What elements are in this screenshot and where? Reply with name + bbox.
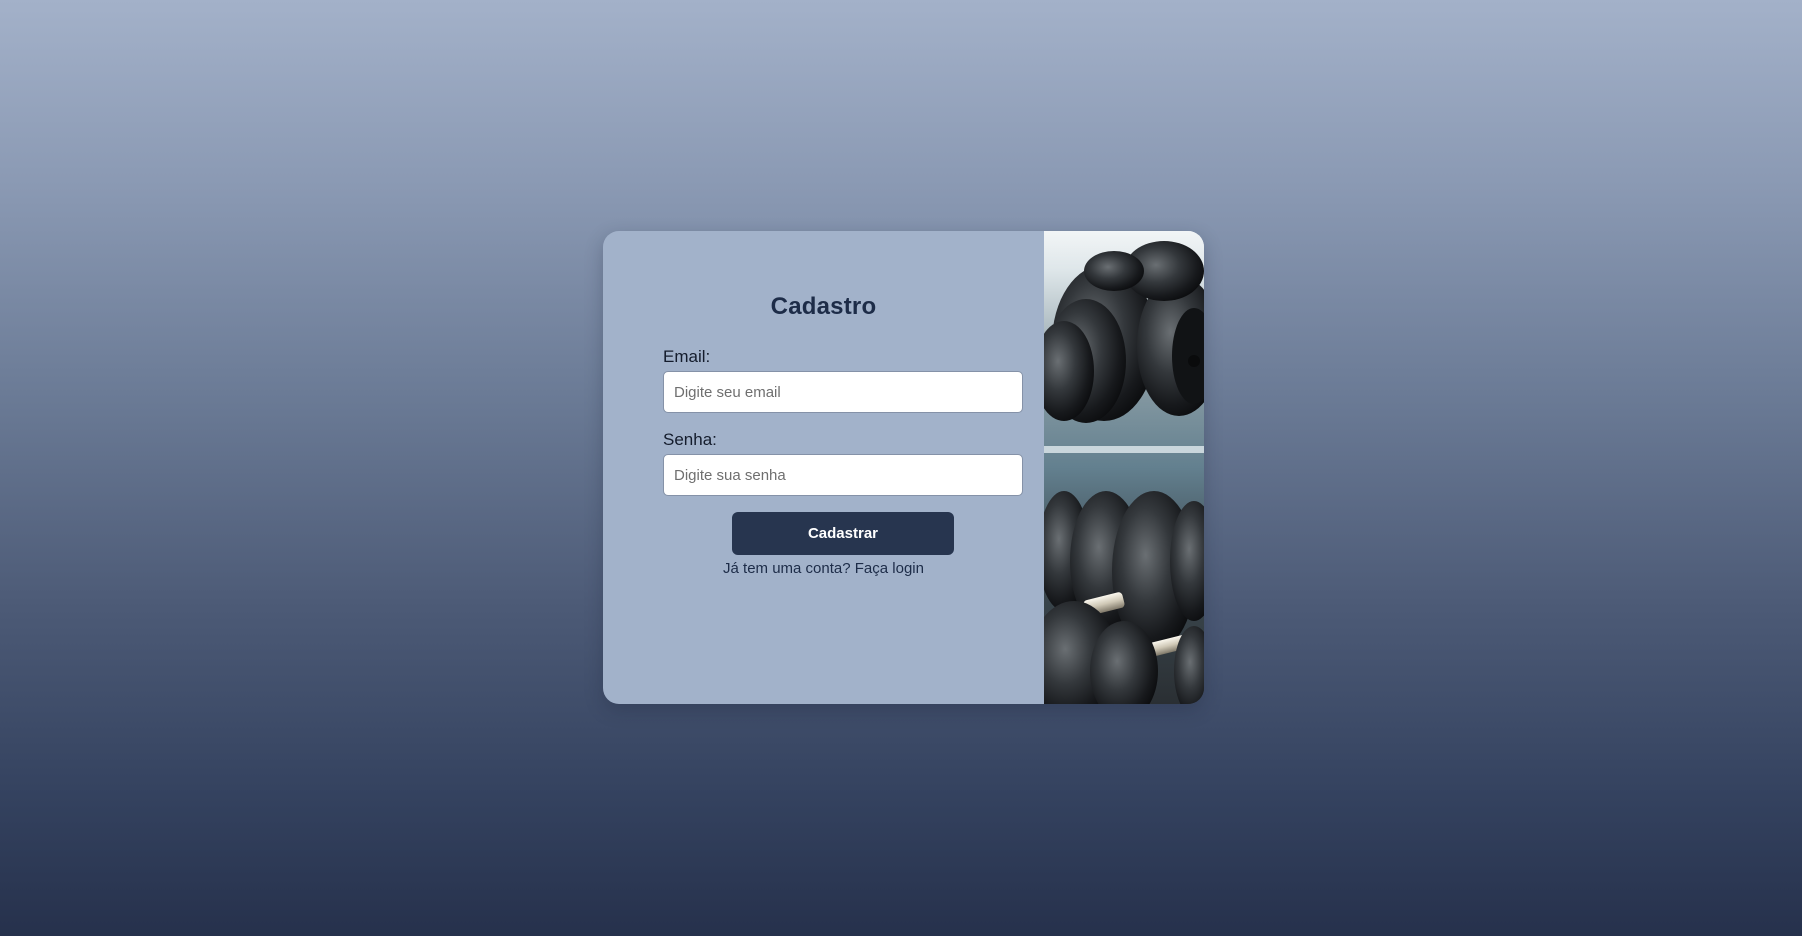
login-prompt-text: Já tem uma conta? [723,560,851,577]
dumbbells-illustration [1044,231,1204,704]
signup-button[interactable]: Cadastrar [732,512,954,555]
page-title: Cadastro [770,293,877,320]
signup-card: Cadastro Email: Senha: Cadastrar Já tem … [603,231,1204,704]
email-label: Email: [663,347,711,366]
password-field[interactable] [663,454,1023,496]
login-link[interactable]: Faça login [855,560,924,577]
password-label: Senha: [663,430,717,449]
login-prompt: Já tem uma conta? Faça login [603,560,1044,577]
gym-dumbbells-image [1044,231,1204,704]
signup-form-panel: Cadastro Email: Senha: Cadastrar Já tem … [603,231,1044,704]
email-field[interactable] [663,371,1023,413]
